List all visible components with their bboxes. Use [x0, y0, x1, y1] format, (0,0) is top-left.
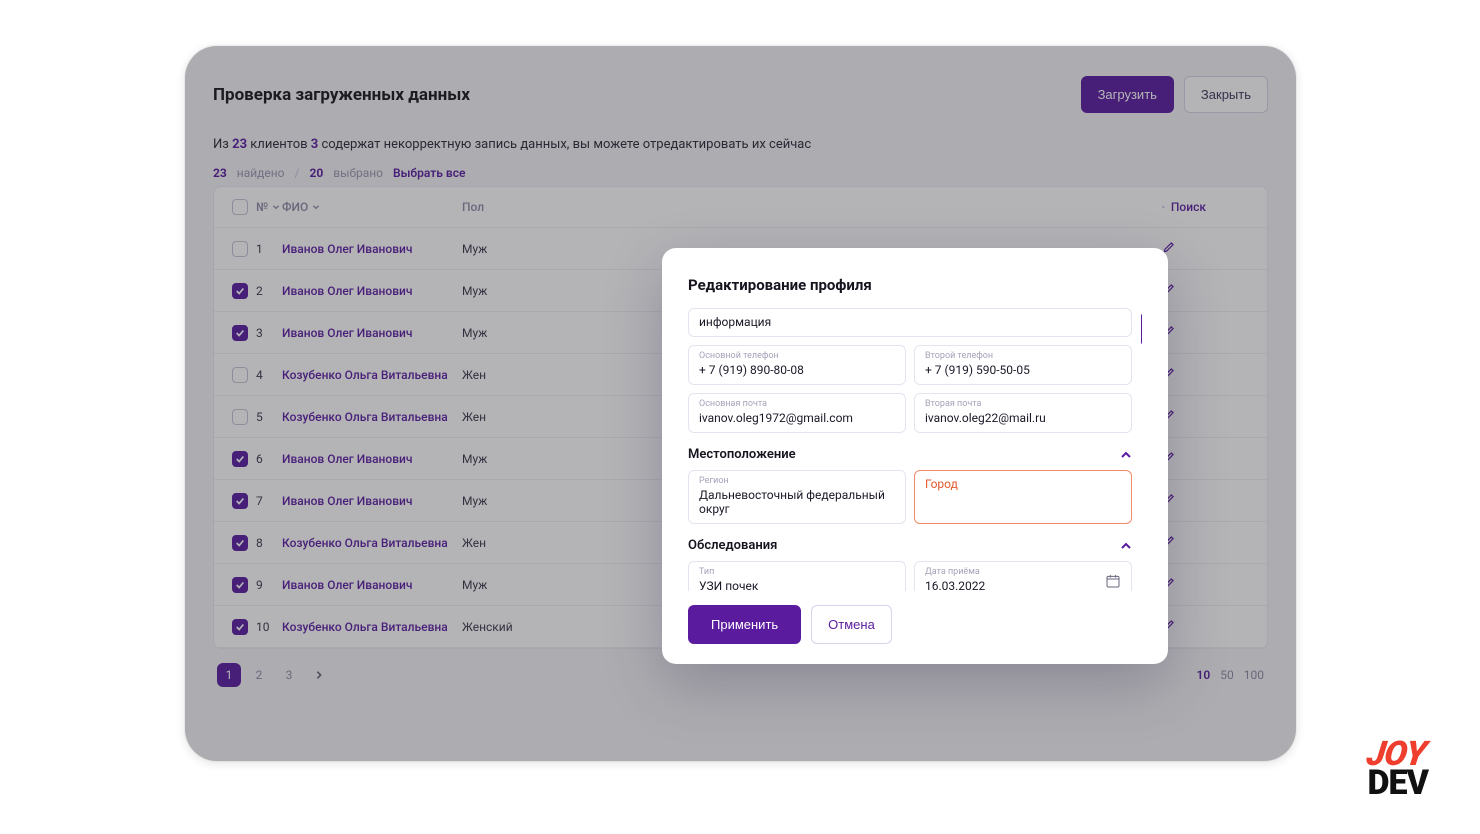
chevron-up-icon — [1120, 540, 1132, 552]
edit-profile-modal: Редактирование профиля информация Основн… — [662, 248, 1168, 664]
exam-date-field[interactable]: Дата приёма 16.03.2022 — [914, 561, 1132, 591]
exam-type-field[interactable]: Тип УЗИ почек — [688, 561, 906, 591]
exams-section-header[interactable]: Обследования — [688, 538, 1132, 553]
city-field[interactable]: Город — [914, 470, 1132, 524]
info-field[interactable]: информация — [688, 308, 1132, 337]
secondary-phone-field[interactable]: Второй телефон + 7 (919) 590-50-05 — [914, 345, 1132, 385]
joydev-logo: JOY DEV — [1367, 740, 1428, 798]
calendar-icon — [1105, 573, 1121, 589]
primary-email-field[interactable]: Основная почта ivanov.oleg1972@gmail.com — [688, 393, 906, 433]
cancel-button[interactable]: Отмена — [811, 605, 892, 644]
location-section-header[interactable]: Местоположение — [688, 447, 1132, 462]
region-field[interactable]: Регион Дальневосточный федеральный округ — [688, 470, 906, 524]
primary-phone-field[interactable]: Основной телефон + 7 (919) 890-80-08 — [688, 345, 906, 385]
secondary-email-field[interactable]: Вторая почта ivanov.oleg22@mail.ru — [914, 393, 1132, 433]
chevron-up-icon — [1120, 449, 1132, 461]
apply-button[interactable]: Применить — [688, 605, 801, 644]
modal-title: Редактирование профиля — [688, 276, 1142, 294]
